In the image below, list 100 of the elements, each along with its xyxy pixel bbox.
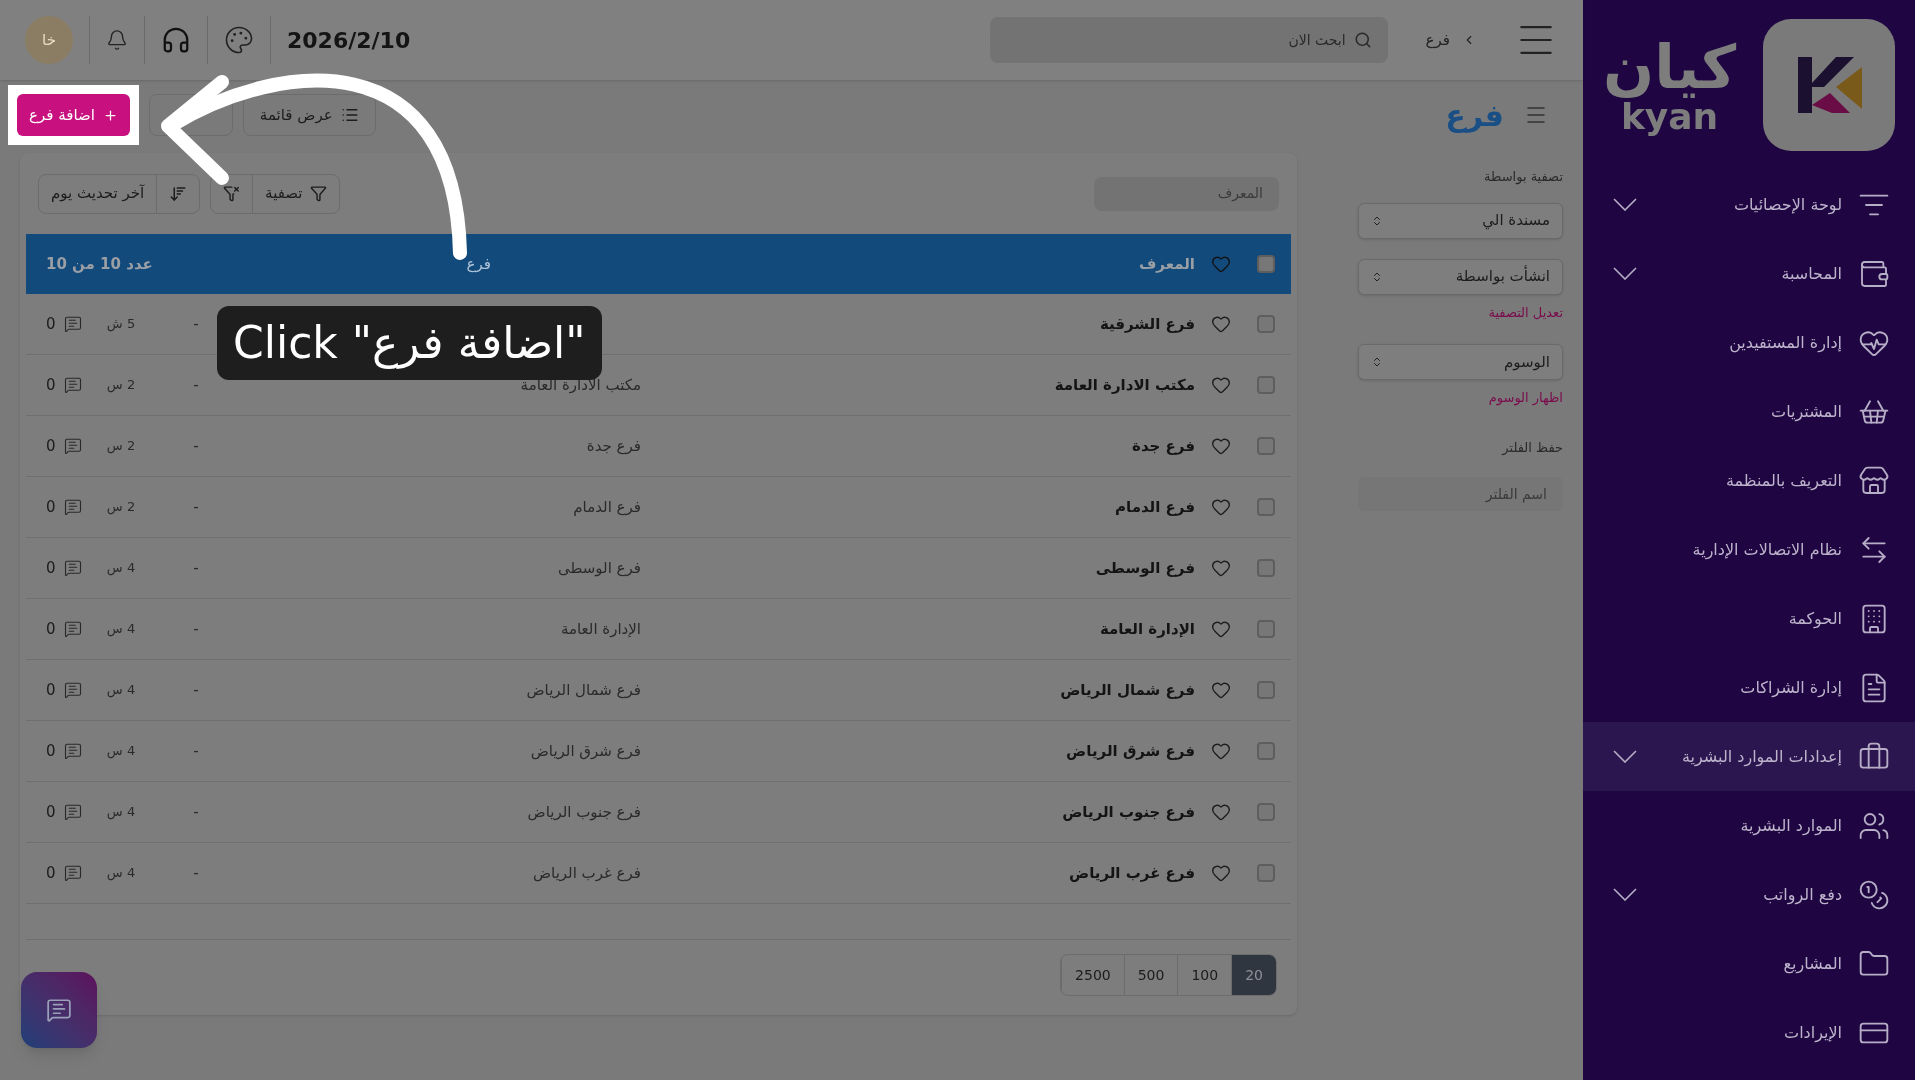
sidebar-label: المحاسبة [1780,262,1842,285]
branch-description: فرع غرب الرياض [532,863,641,882]
sidebar-item[interactable]: إدارة الشراكات [1583,653,1915,722]
checkbox[interactable] [1257,803,1275,821]
sidebar-item[interactable]: لوحة الإحصائيات [1583,170,1915,239]
heart-icon[interactable] [1211,436,1231,456]
column-header[interactable]: المعرف [641,252,1201,276]
tutorial-tooltip: Click "اضافة فرع" [217,306,602,380]
branch-description: فرع جدة [586,436,641,455]
column-header[interactable]: فرع [466,254,491,273]
comment-icon[interactable] [63,864,82,882]
id-search-field[interactable]: المعرف [1094,176,1279,211]
checkbox[interactable] [1257,559,1275,577]
select-field[interactable]: انشأت بواسطة [1358,258,1563,295]
show-tags-link[interactable]: اظهار الوسوم [1358,388,1563,408]
branch-name: الإدارة العامة [1099,619,1195,638]
checkbox[interactable] [1257,681,1275,699]
comment-icon[interactable] [63,620,82,638]
bell-icon[interactable] [106,29,128,51]
palette-icon[interactable] [224,25,254,55]
checkbox[interactable] [1257,620,1275,638]
time-text: 2 س [106,376,136,395]
updown-icon [1371,214,1383,227]
sidebar-item[interactable]: الموارد البشرية [1583,791,1915,860]
heart-icon[interactable] [1211,619,1231,639]
chat-button[interactable] [21,972,97,1048]
dash-text: - [193,435,199,457]
comment-icon[interactable] [63,681,82,699]
filter-title: تصفية بواسطة [1483,168,1563,187]
comment-icon[interactable] [63,437,82,455]
updown-icon [1371,270,1383,283]
branch-name: فرع الشرقية [1099,314,1195,333]
comment-count: 0 [46,740,56,762]
comment-icon[interactable] [63,559,82,577]
heart-icon[interactable] [1211,802,1231,822]
sidebar-label: الموارد البشرية [1739,814,1842,838]
sidebar-item[interactable]: المحاسبة [1583,239,1915,308]
sort-button[interactable]: آخر تحديث يوم [39,174,157,213]
heart-icon[interactable] [1211,741,1231,761]
time-text: 2 س [106,498,136,517]
select-field[interactable]: الوسوم [1358,344,1563,380]
edit-filter-link[interactable]: تعديل التصفية [1358,302,1563,322]
dash-text: - [193,618,199,640]
sidebar-item[interactable]: دفع الرواتب [1583,860,1915,929]
checkbox[interactable] [1257,315,1275,333]
heart-icon[interactable] [1211,558,1231,578]
heart-icon[interactable] [1211,375,1231,395]
add-branch-button[interactable]: اضافة فرع [17,94,130,136]
breadcrumb-link[interactable]: فرع [1425,28,1450,52]
headset-icon[interactable] [161,25,191,55]
sidebar-item[interactable]: إدارة المستفيدين [1583,308,1915,377]
filter-icon [310,185,328,202]
list-view-button[interactable]: عرض قائمة [242,94,376,136]
sidebar-item[interactable]: المشاريع [1583,929,1915,998]
sidebar-item[interactable]: الإيرادات [1583,998,1915,1067]
blank-button[interactable] [148,94,233,136]
heart-icon[interactable] [1211,254,1231,274]
checkbox[interactable] [1257,255,1275,273]
checkbox[interactable] [1257,742,1275,760]
page-size-button[interactable]: 500 [1123,955,1178,995]
sidebar-item[interactable]: التعريف بالمنظمة [1583,446,1915,515]
comment-icon[interactable] [63,803,82,821]
checkbox[interactable] [1257,864,1275,882]
heart-icon[interactable] [1211,314,1231,334]
comment-icon[interactable] [63,498,82,516]
comment-icon[interactable] [63,315,82,333]
filter-name-field[interactable]: اسم الفلتر [1358,477,1563,511]
time-text: 4 س [106,803,136,822]
save-filter-title: حفظ الفلتر [1500,438,1563,457]
sidebar-item[interactable]: إعدادات الموارد البشرية [1583,722,1915,791]
time-text: 5 ش [106,315,136,334]
page-size-button[interactable]: 2500 [1061,955,1124,995]
checkbox[interactable] [1257,498,1275,516]
sidebar-label: المشاريع [1782,952,1842,976]
comment-count: 0 [46,679,56,701]
dash-text: - [193,801,199,823]
checkbox[interactable] [1257,437,1275,455]
branch-name: فرع جنوب الرياض [1062,802,1195,821]
updown-icon [1371,356,1383,368]
heart-icon[interactable] [1211,497,1231,517]
comment-icon[interactable] [63,376,82,394]
sidebar-label: إدارة المستفيدين [1728,331,1842,355]
search-field[interactable]: ابحث الان [989,17,1388,63]
heart-icon[interactable] [1211,863,1231,883]
avatar[interactable]: خا [25,16,73,64]
sidebar-label: نظام الاتصالات الإدارية [1691,538,1842,562]
row-count: عدد 10 من 10 [45,253,154,275]
filter-button[interactable]: تصفية [252,174,340,213]
branch-name: فرع الوسطى [1095,558,1195,577]
comment-icon[interactable] [63,742,82,760]
dash-text: - [193,740,199,762]
page-size-button[interactable]: 100 [1177,955,1232,995]
sidebar-item[interactable]: الحوكمة [1583,584,1915,653]
select-field[interactable]: مسندة الي [1358,202,1563,239]
sidebar-item[interactable]: نظام الاتصالات الإدارية [1583,515,1915,584]
page-size-button[interactable]: 20 [1231,955,1276,995]
sidebar-item[interactable]: المشتريات [1583,377,1915,446]
checkbox[interactable] [1257,376,1275,394]
time-text: 4 س [106,620,136,639]
heart-icon[interactable] [1211,680,1231,700]
